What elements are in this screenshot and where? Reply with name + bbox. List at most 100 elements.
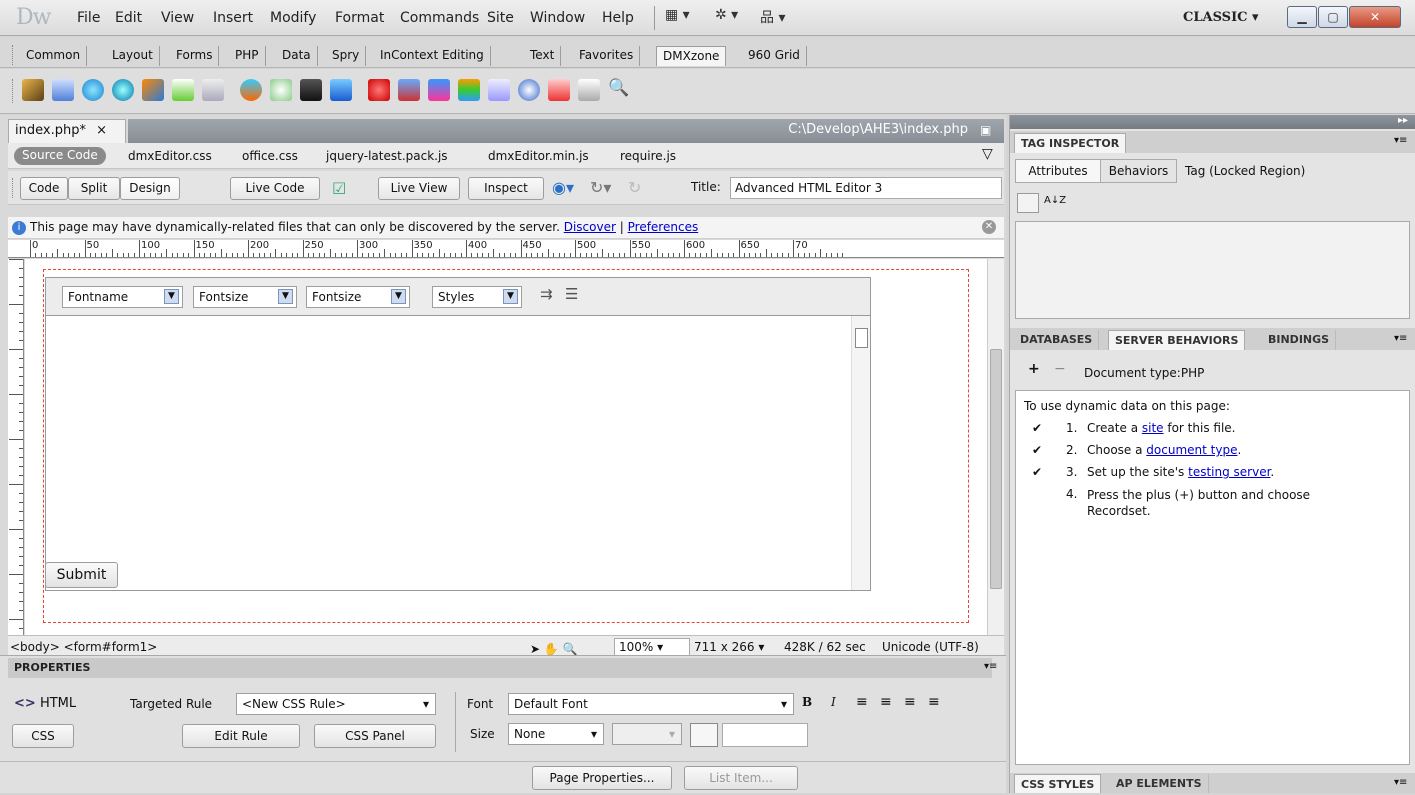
- dmx-box-icon[interactable]: [330, 79, 352, 101]
- design-canvas[interactable]: Fontname ▼ Fontsize ▼ Fontsize ▼ Styles ▼ ⇉ …: [25, 259, 987, 635]
- tab-bindings[interactable]: BINDINGS: [1262, 330, 1337, 350]
- code-view-button[interactable]: Code: [20, 177, 68, 200]
- design-scroll-thumb[interactable]: [990, 349, 1002, 589]
- dmx-chat-icon[interactable]: [518, 79, 540, 101]
- align-right-icon[interactable]: ≡: [904, 694, 916, 710]
- tab-php[interactable]: PHP: [229, 46, 266, 66]
- filter-icon[interactable]: ▽: [982, 146, 993, 162]
- fontname-select[interactable]: Fontname ▼: [62, 286, 183, 308]
- minimize-button[interactable]: ▁: [1287, 6, 1317, 28]
- restore-doc-icon[interactable]: ▣: [980, 123, 991, 137]
- css-panel-button[interactable]: CSS Panel: [314, 724, 436, 748]
- justify-icon[interactable]: ≡: [928, 694, 940, 710]
- menu-edit[interactable]: Edit: [115, 10, 142, 26]
- font-select[interactable]: Default Font ▾: [508, 693, 794, 715]
- design-scrollbar[interactable]: [987, 259, 1004, 635]
- document-type-link[interactable]: document type: [1146, 443, 1237, 457]
- design-view-button[interactable]: Design: [120, 177, 180, 200]
- align-center-icon[interactable]: ≡: [880, 694, 892, 710]
- tab-css-styles[interactable]: CSS STYLES: [1014, 774, 1102, 793]
- related-file[interactable]: dmxEditor.css: [128, 149, 212, 163]
- page-properties-button[interactable]: Page Properties...: [532, 766, 672, 790]
- italic-button[interactable]: I: [831, 695, 836, 709]
- dmx-chart-icon[interactable]: [172, 79, 194, 101]
- panel-menu-icon[interactable]: ▾≡: [984, 661, 997, 672]
- close-info-icon[interactable]: ✕: [982, 220, 996, 234]
- tab-server-behaviors[interactable]: SERVER BEHAVIORS: [1108, 330, 1246, 350]
- live-code-button[interactable]: Live Code: [230, 177, 320, 200]
- related-file[interactable]: dmxEditor.min.js: [488, 149, 589, 163]
- dmx-gallery-icon[interactable]: [142, 79, 164, 101]
- layout-icon[interactable]: ▦ ▾: [665, 7, 690, 23]
- extend-gear-icon[interactable]: ✲ ▾: [715, 7, 738, 23]
- close-button[interactable]: ✕: [1349, 6, 1401, 28]
- targeted-rule-select[interactable]: <New CSS Rule> ▾: [236, 693, 436, 715]
- menu-format[interactable]: Format: [335, 10, 384, 26]
- dmx-flower-icon[interactable]: [270, 79, 292, 101]
- search-icon[interactable]: 🔍: [608, 78, 629, 98]
- dmx-slider-icon[interactable]: [368, 79, 390, 101]
- styles-select[interactable]: Styles ▼: [432, 286, 522, 308]
- html-mode-button[interactable]: <> HTML: [14, 696, 76, 711]
- align-center-icon[interactable]: ☰: [565, 285, 578, 303]
- split-view-button[interactable]: Split: [68, 177, 120, 200]
- editor-scroll-thumb[interactable]: [855, 328, 868, 348]
- fontsize-select-2[interactable]: Fontsize ▼: [306, 286, 410, 308]
- remove-behavior-icon[interactable]: −: [1054, 361, 1066, 377]
- tab-data[interactable]: Data: [276, 46, 318, 66]
- edit-rule-button[interactable]: Edit Rule: [182, 724, 300, 748]
- dmx-calendar-icon[interactable]: [548, 79, 570, 101]
- tab-960-grid[interactable]: 960 Grid: [742, 46, 807, 66]
- tab-behaviors[interactable]: Behaviors: [1101, 159, 1177, 183]
- align-left-icon[interactable]: ≡: [856, 694, 868, 710]
- dmx-fb-icon[interactable]: [240, 79, 262, 101]
- dmx-layers-icon[interactable]: [458, 79, 480, 101]
- title-input[interactable]: Advanced HTML Editor 3: [730, 177, 1002, 199]
- tab-ap-elements[interactable]: AP ELEMENTS: [1110, 774, 1209, 793]
- tab-text[interactable]: Text: [524, 46, 562, 66]
- panel-menu-icon[interactable]: ▾≡: [1394, 333, 1407, 344]
- menu-site[interactable]: Site: [487, 10, 514, 26]
- globe-icon[interactable]: ◉▾: [552, 178, 574, 197]
- site-link[interactable]: site: [1142, 421, 1164, 435]
- color-input[interactable]: [722, 723, 808, 747]
- menu-modify[interactable]: Modify: [270, 10, 316, 26]
- size-select[interactable]: None ▾: [508, 723, 604, 745]
- check-browser-icon[interactable]: ☑: [332, 179, 346, 198]
- category-view-icon[interactable]: [1017, 193, 1039, 213]
- tab-dmxzone[interactable]: DMXzone: [656, 46, 727, 66]
- tab-layout[interactable]: Layout: [106, 46, 160, 66]
- related-file[interactable]: office.css: [242, 149, 298, 163]
- editor-content[interactable]: [46, 316, 851, 590]
- discover-link[interactable]: Discover: [564, 220, 616, 234]
- inspect-button[interactable]: Inspect: [468, 177, 544, 200]
- css-mode-button[interactable]: CSS: [12, 724, 74, 748]
- tab-incontext-editing[interactable]: InContext Editing: [374, 46, 491, 66]
- tab-tag-inspector[interactable]: TAG INSPECTOR: [1014, 133, 1127, 153]
- tab-attributes[interactable]: Attributes: [1015, 159, 1101, 183]
- dmx-form-icon[interactable]: [578, 79, 600, 101]
- bold-button[interactable]: B: [802, 695, 812, 709]
- related-file[interactable]: require.js: [620, 149, 676, 163]
- menu-view[interactable]: View: [161, 10, 194, 26]
- dmx-menu-icon[interactable]: [202, 79, 224, 101]
- dmx-page-icon[interactable]: [488, 79, 510, 101]
- fontsize-select[interactable]: Fontsize ▼: [193, 286, 297, 308]
- close-tab-icon[interactable]: ×: [96, 123, 107, 138]
- tab-spry[interactable]: Spry: [326, 46, 367, 66]
- testing-server-link[interactable]: testing server: [1188, 465, 1270, 479]
- collapse-icon[interactable]: ▸▸: [1398, 115, 1408, 126]
- refresh-icon[interactable]: ↻: [628, 178, 641, 197]
- dmx-picture-icon[interactable]: [428, 79, 450, 101]
- document-tab[interactable]: index.php* ×: [8, 119, 126, 143]
- tab-favorites[interactable]: Favorites: [573, 46, 641, 66]
- tab-databases[interactable]: DATABASES: [1014, 330, 1100, 350]
- source-code-button[interactable]: Source Code: [14, 147, 106, 165]
- dmx-lightbox-icon[interactable]: [398, 79, 420, 101]
- sort-az-icon[interactable]: A↓Z: [1044, 195, 1066, 206]
- panel-menu-icon[interactable]: ▾≡: [1394, 777, 1407, 788]
- site-icon[interactable]: 品 ▾: [760, 7, 785, 27]
- size-unit-select[interactable]: ▾: [612, 723, 682, 745]
- dmx-image-icon[interactable]: [22, 79, 44, 101]
- menu-commands[interactable]: Commands: [400, 10, 479, 26]
